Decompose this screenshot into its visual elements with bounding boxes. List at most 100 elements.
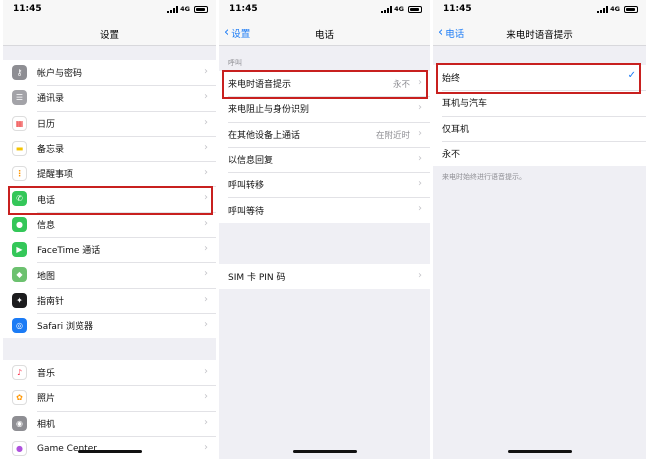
phone-item-sim-pin[interactable]: SIM 卡 PIN 码 ›	[219, 264, 430, 289]
phone-item-label: 呼叫等待	[228, 206, 265, 217]
settings-item-label: FaceTime 通话	[37, 246, 101, 257]
settings-item-safari[interactable]: ◎ Safari 浏览器 ›	[3, 312, 216, 338]
battery-icon	[194, 5, 208, 13]
phone-item-label: 呼叫转移	[228, 181, 265, 192]
nav-bar: ‹ 设置 电话	[219, 20, 430, 46]
chevron-right-icon: ›	[204, 192, 208, 204]
chevron-right-icon: ›	[204, 366, 208, 377]
status-time: 11:45	[13, 4, 42, 14]
phone-item-call-blocking[interactable]: 来电阻止与身份识别 ›	[219, 96, 430, 121]
settings-item-label: Safari 浏览器	[37, 322, 93, 333]
settings-group-media: ♪ 音乐 › ✿ 照片 › ◉ 相机 › ● Game Center ›	[3, 360, 216, 459]
chevron-right-icon: ›	[204, 293, 208, 305]
announce-calls-screen: 11:45 4G ‹ 电话 来电时语音提示 始终 ✓ 耳机与汽车 仅耳机 永不 …	[433, 0, 646, 459]
settings-item-label: 提醒事项	[37, 170, 74, 181]
game-center-icon: ●	[12, 440, 27, 456]
home-indicator	[77, 450, 142, 453]
section-footer: 来电时始终进行语音提示。	[442, 173, 526, 181]
settings-item-music[interactable]: ♪ 音乐 ›	[3, 360, 216, 385]
facetime-icon: ▶	[12, 242, 27, 258]
chevron-right-icon: ›	[418, 178, 422, 190]
settings-item-label: 日历	[37, 119, 56, 130]
chevron-right-icon: ›	[204, 167, 208, 179]
chevron-right-icon: ›	[204, 318, 208, 330]
notes-icon: ▬	[12, 140, 27, 156]
phone-item-respond-text[interactable]: 以信息回复 ›	[219, 146, 430, 172]
network-type: 4G	[180, 5, 190, 13]
network-type: 4G	[610, 5, 620, 13]
settings-item-game-center[interactable]: ● Game Center ›	[3, 435, 216, 459]
status-time: 11:45	[229, 4, 258, 14]
settings-item-camera[interactable]: ◉ 相机 ›	[3, 410, 216, 436]
photos-icon: ✿	[12, 390, 27, 406]
status-bar: 11:45 4G	[433, 0, 646, 20]
settings-item-contacts[interactable]: ☰ 通讯录 ›	[3, 85, 216, 110]
option-always[interactable]: 始终 ✓	[433, 65, 646, 90]
chevron-right-icon: ›	[204, 441, 208, 453]
option-label: 永不	[442, 150, 461, 161]
messages-icon: ●	[12, 216, 27, 232]
settings-item-calendar[interactable]: ▦ 日历 ›	[3, 110, 216, 136]
phone-item-value: 永不	[392, 80, 410, 90]
safari-icon: ◎	[12, 317, 27, 333]
camera-icon: ◉	[12, 415, 27, 431]
settings-item-reminders[interactable]: ⋮ 提醒事项 ›	[3, 161, 216, 186]
settings-item-messages[interactable]: ● 信息 ›	[3, 211, 216, 237]
status-time: 11:45	[443, 4, 472, 14]
chevron-right-icon: ›	[418, 127, 422, 139]
settings-item-accounts[interactable]: ⚷ 帐户与密码 ›	[3, 60, 216, 85]
network-indicator: 4G	[381, 5, 422, 13]
reminders-icon: ⋮	[12, 166, 27, 182]
section-header: 呼叫	[228, 59, 242, 67]
option-headphones-only[interactable]: 仅耳机	[433, 115, 646, 141]
option-label: 耳机与汽车	[442, 99, 488, 110]
settings-item-label: 相机	[37, 419, 56, 430]
network-type: 4G	[394, 5, 404, 13]
settings-item-label: 电话	[37, 195, 56, 206]
settings-screen: 11:45 4G 设置 ⚷ 帐户与密码 › ☰ 通讯录 › ▦ 日历 › ▬ 备…	[3, 0, 216, 459]
phone-item-value: 在附近时	[375, 130, 410, 141]
chevron-right-icon: ›	[418, 203, 422, 215]
chevron-right-icon: ›	[204, 391, 208, 403]
chevron-right-icon: ›	[204, 91, 208, 103]
settings-item-label: 地图	[37, 271, 56, 282]
key-icon: ⚷	[12, 65, 27, 80]
phone-item-other-devices[interactable]: 在其他设备上通话 在附近时 ›	[219, 121, 430, 147]
signal-icon	[167, 5, 179, 13]
battery-icon	[624, 5, 638, 13]
chevron-right-icon: ›	[204, 66, 208, 77]
chevron-right-icon: ›	[204, 141, 208, 153]
compass-icon: ✦	[12, 292, 27, 308]
settings-item-phone[interactable]: ✆ 电话 ›	[3, 186, 216, 211]
phone-item-call-waiting[interactable]: 呼叫等待 ›	[219, 197, 430, 222]
chevron-right-icon: ›	[204, 268, 208, 280]
phone-item-announce-calls[interactable]: 来电时语音提示 永不 ›	[219, 71, 430, 96]
option-label: 始终	[442, 74, 461, 85]
music-icon: ♪	[12, 365, 27, 380]
nav-bar: ‹ 电话 来电时语音提示	[433, 20, 646, 46]
option-never[interactable]: 永不	[433, 140, 646, 166]
settings-item-label: 帐户与密码	[37, 69, 83, 80]
option-headphones-car[interactable]: 耳机与汽车	[433, 90, 646, 115]
network-indicator: 4G	[167, 5, 208, 13]
phone-group-calls: 来电时语音提示 永不 › 来电阻止与身份识别 › 在其他设备上通话 在附近时 ›…	[219, 71, 430, 223]
maps-icon: ◆	[12, 267, 27, 283]
settings-group-apps: ⚷ 帐户与密码 › ☰ 通讯录 › ▦ 日历 › ▬ 备忘录 › ⋮ 提醒事项 …	[3, 60, 216, 339]
settings-item-photos[interactable]: ✿ 照片 ›	[3, 385, 216, 410]
battery-icon	[408, 5, 422, 13]
signal-icon	[597, 5, 609, 13]
contacts-icon: ☰	[12, 90, 27, 106]
chevron-right-icon: ›	[418, 102, 422, 114]
page-title: 电话	[314, 30, 334, 41]
settings-item-notes[interactable]: ▬ 备忘录 ›	[3, 135, 216, 161]
phone-item-call-forwarding[interactable]: 呼叫转移 ›	[219, 172, 430, 197]
settings-item-facetime[interactable]: ▶ FaceTime 通话 ›	[3, 237, 216, 262]
settings-item-label: 指南针	[37, 296, 65, 307]
phone-item-label: 来电时语音提示	[228, 80, 292, 91]
chevron-right-icon: ›	[204, 116, 208, 128]
page-title: 设置	[99, 30, 119, 41]
status-bar: 11:45 4G	[3, 0, 216, 20]
settings-item-label: 照片	[37, 394, 56, 405]
settings-item-compass[interactable]: ✦ 指南针 ›	[3, 287, 216, 313]
settings-item-maps[interactable]: ◆ 地图 ›	[3, 262, 216, 287]
